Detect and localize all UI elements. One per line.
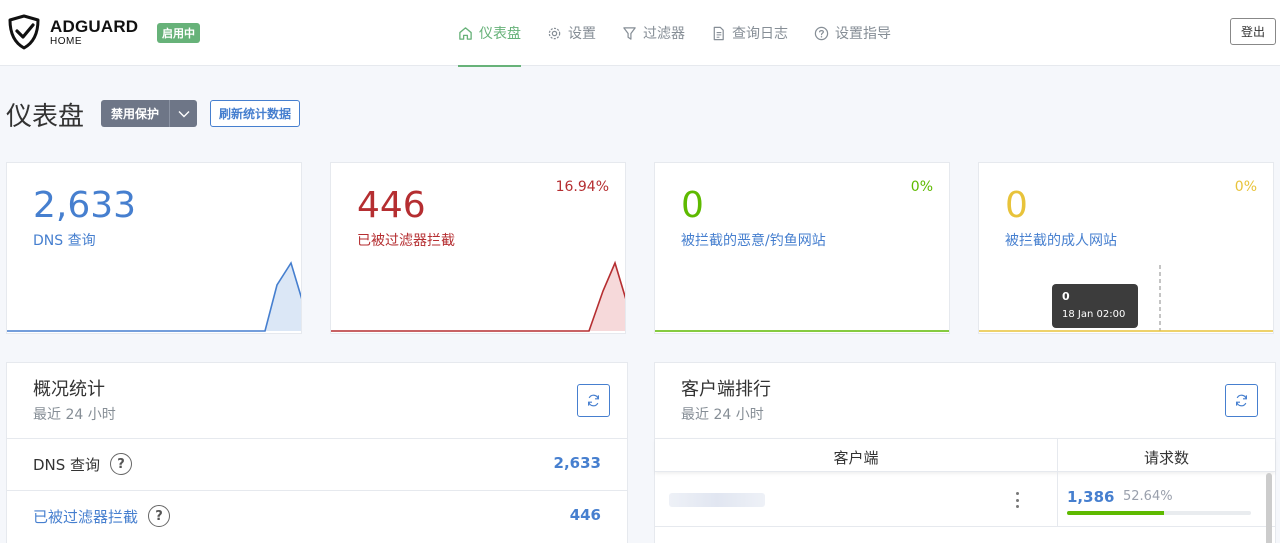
stat-label: 被拦截的成人网站 xyxy=(1005,233,1117,249)
help-circle-icon xyxy=(814,26,829,40)
row-value[interactable]: 2,633 xyxy=(554,454,601,472)
sparkline-chart xyxy=(655,330,949,332)
stat-percent: 0% xyxy=(910,179,933,195)
stat-percent: 16.94% xyxy=(555,179,609,195)
overview-panel: 概况统计 最近 24 小时 DNS 查询 ? 2,633 已被过滤器拦截 ? 4… xyxy=(6,362,628,543)
home-icon xyxy=(459,26,472,40)
column-header-client[interactable]: 客户端 xyxy=(655,447,1057,468)
refresh-icon xyxy=(588,394,599,407)
question-icon[interactable]: ? xyxy=(110,453,133,475)
nav-query-log[interactable]: 查询日志 xyxy=(701,0,798,66)
protection-dropdown-toggle[interactable] xyxy=(169,100,198,127)
page-title: 仪表盘 xyxy=(6,102,85,132)
stat-label: 已被过滤器拦截 xyxy=(357,233,455,249)
overview-row-blocked: 已被过滤器拦截 ? 446 xyxy=(7,490,627,542)
sparkline-chart xyxy=(331,260,625,332)
disable-protection-button-group: 禁用保护 xyxy=(101,100,198,127)
filter-icon xyxy=(623,26,636,40)
tooltip-time: 18 Jan 02:00 xyxy=(1062,309,1126,320)
brand-title: ADGUARD xyxy=(50,16,139,36)
stat-value: 2,633 xyxy=(33,185,137,226)
panel-title: 概况统计 xyxy=(33,379,105,400)
row-label: DNS 查询 xyxy=(33,455,101,474)
brand-subtitle: HOME xyxy=(50,35,82,47)
row-label[interactable]: 已被过滤器拦截 xyxy=(33,506,138,527)
disable-protection-button[interactable]: 禁用保护 xyxy=(101,100,170,127)
nav-settings[interactable]: 设置 xyxy=(537,0,606,66)
main-nav: 仪表盘 设置 过滤器 查询日志 设置指导 xyxy=(448,0,907,67)
chart-tooltip: 0 18 Jan 02:00 xyxy=(1052,284,1138,328)
nav-dashboard-label: 仪表盘 xyxy=(479,26,521,42)
stat-card-dns-queries: 2,633 DNS 查询 xyxy=(6,162,302,334)
stat-value: 0 xyxy=(681,185,704,226)
refresh-icon xyxy=(1236,394,1247,407)
column-header-requests[interactable]: 请求数 xyxy=(1058,447,1275,468)
panel-title: 客户端排行 xyxy=(681,379,771,400)
stat-card-blocked-malware: 0 被拦截的恶意/钓鱼网站 0% xyxy=(654,162,950,334)
scrollbar[interactable] xyxy=(1266,473,1272,543)
gear-icon xyxy=(548,27,561,39)
table-row: 1,386 52.64% xyxy=(655,473,1275,527)
request-percent: 52.64% xyxy=(1123,489,1173,504)
overview-refresh-button[interactable] xyxy=(577,384,610,417)
document-icon xyxy=(713,26,724,40)
chevron-down-icon xyxy=(178,110,190,117)
nav-setup-guide-label: 设置指导 xyxy=(835,26,891,42)
nav-query-log-label: 查询日志 xyxy=(732,26,788,42)
sparkline-chart xyxy=(7,261,301,332)
clients-refresh-button[interactable] xyxy=(1225,384,1258,417)
top-header: ADGUARD HOME 启用中 仪表盘 设置 过滤器 查询日志 设置指导 登出 xyxy=(0,0,1280,67)
row-value[interactable]: 446 xyxy=(570,506,601,524)
nav-filters[interactable]: 过滤器 xyxy=(612,0,695,66)
kebab-menu-icon[interactable] xyxy=(1010,489,1024,511)
stat-value: 0 xyxy=(1005,185,1028,226)
client-name-redacted[interactable] xyxy=(669,493,765,507)
request-count: 1,386 xyxy=(1067,488,1115,506)
request-progress-bar xyxy=(1067,511,1251,515)
tooltip-value: 0 xyxy=(1062,290,1070,303)
stat-label: 被拦截的恶意/钓鱼网站 xyxy=(681,233,826,249)
clients-table-header: 客户端 请求数 xyxy=(655,438,1275,473)
adguard-logo[interactable]: ADGUARD HOME xyxy=(6,14,138,50)
refresh-stats-button[interactable]: 刷新统计数据 xyxy=(210,100,301,127)
question-icon[interactable]: ? xyxy=(148,505,171,527)
panel-subtitle: 最近 24 小时 xyxy=(681,407,764,423)
top-clients-panel: 客户端排行 最近 24 小时 客户端 请求数 1,386 52.64% xyxy=(654,362,1276,543)
logout-button[interactable]: 登出 xyxy=(1230,18,1276,45)
nav-setup-guide[interactable]: 设置指导 xyxy=(804,0,901,66)
nav-dashboard[interactable]: 仪表盘 xyxy=(448,0,531,67)
stat-card-blocked-by-filters: 446 已被过滤器拦截 16.94% xyxy=(330,162,626,334)
panel-subtitle: 最近 24 小时 xyxy=(33,407,116,423)
shield-check-icon xyxy=(8,14,40,50)
protection-status-badge: 启用中 xyxy=(157,23,200,43)
stat-value: 446 xyxy=(357,185,426,226)
progress-fill xyxy=(1067,511,1164,515)
nav-settings-label: 设置 xyxy=(568,26,596,42)
overview-row-dns-queries: DNS 查询 ? 2,633 xyxy=(7,438,627,490)
nav-filters-label: 过滤器 xyxy=(643,26,685,42)
stat-percent: 0% xyxy=(1234,179,1257,195)
stat-label: DNS 查询 xyxy=(33,233,96,249)
